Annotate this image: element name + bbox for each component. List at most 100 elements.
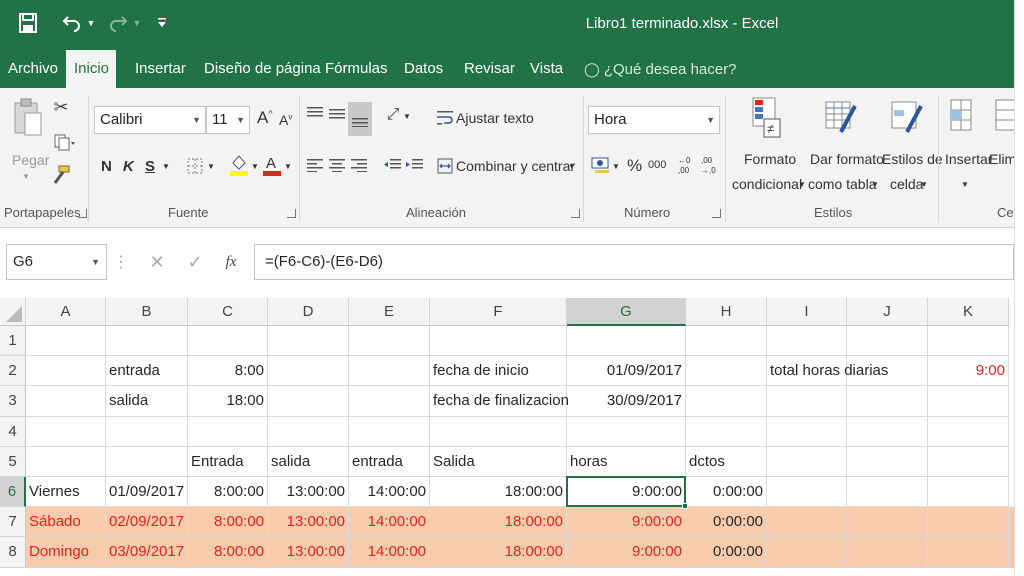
cell-d3[interactable] [268,386,349,417]
cell-k3[interactable] [928,386,1009,417]
cell-a6[interactable]: Viernes [26,477,106,508]
cell-j2[interactable] [847,356,928,387]
delete-cells-icon[interactable] [994,98,1014,138]
underline-button[interactable]: S [145,158,155,175]
alignment-launcher-icon[interactable] [571,209,580,218]
cell-b5[interactable] [106,446,188,477]
cell-f7[interactable]: 18:00:00 [430,507,567,538]
cell-i5[interactable] [767,446,847,477]
paste-icon[interactable] [12,96,44,138]
cell-k1[interactable] [928,326,1009,357]
number-launcher-icon[interactable] [712,209,721,218]
cell-f3[interactable]: fecha de finalizacion [430,386,569,417]
fill-color-icon[interactable] [229,152,249,178]
cell-f4[interactable] [430,416,567,447]
align-left-icon[interactable] [306,156,324,174]
cut-icon[interactable]: ✂ [52,96,70,118]
cell-i6[interactable] [767,477,847,508]
column-header-k[interactable]: K [928,298,1009,326]
cell-j5[interactable] [847,446,928,477]
merge-center-button[interactable]: Combinar y centrar [456,158,575,174]
cell-a7[interactable]: Sábado [26,507,106,538]
cell-f8[interactable]: 18:00:00 [430,537,567,568]
column-header-j[interactable]: J [847,298,928,326]
column-header-f[interactable]: F [430,298,567,326]
cell-g3[interactable]: 30/09/2017 [567,386,686,417]
cell-e3[interactable] [349,386,430,417]
fill-color-dropdown-icon[interactable]: ▼ [251,162,259,171]
format-as-table-dropdown-icon[interactable]: ▼ [871,180,879,189]
format-as-table-icon[interactable] [824,96,860,142]
cell-h8[interactable]: 0:00:00 [686,537,767,568]
insert-cells-icon[interactable] [948,98,978,138]
cell-j6[interactable] [847,477,928,508]
cell-h6[interactable]: 0:00:00 [686,477,767,508]
cell-g4[interactable] [567,416,686,447]
cell-d2[interactable] [268,356,349,387]
cell-i3[interactable] [767,386,847,417]
cell-a8[interactable]: Domingo [26,537,106,568]
cell-c1[interactable] [188,326,268,357]
delete-cells-label[interactable]: Elimi [989,151,1014,167]
cell-styles-label-2[interactable]: celda [890,176,923,192]
number-format-select[interactable]: Hora ▼ [588,106,720,134]
decrease-decimal-icon[interactable]: ,00 →,0 [700,154,720,176]
comma-style-button[interactable]: 000 [648,159,666,171]
cell-h3[interactable] [686,386,767,417]
cell-g8[interactable]: 9:00:00 [567,537,686,568]
align-bottom-icon[interactable] [348,102,372,136]
cell-g5[interactable]: horas [567,446,686,477]
insert-cells-dropdown-icon[interactable]: ▼ [961,180,969,189]
cell-e8[interactable]: 14:00:00 [349,537,430,568]
decrease-indent-icon[interactable] [382,156,402,174]
tell-me-search[interactable]: ◯ ¿Qué desea hacer? [584,50,736,88]
row-header-2[interactable]: 2 [0,356,26,387]
cell-k5[interactable] [928,446,1009,477]
cell-b3[interactable]: salida [106,386,188,417]
cell-i7[interactable] [767,507,847,538]
format-painter-icon[interactable] [50,164,72,186]
cell-k7[interactable] [928,507,1009,538]
row-header-5[interactable]: 5 [0,446,26,477]
bold-button[interactable]: N [101,158,112,175]
cell-d7[interactable]: 13:00:00 [268,507,349,538]
cell-h7[interactable]: 0:00:00 [686,507,767,538]
paste-dropdown-icon[interactable]: ▼ [22,172,30,181]
select-all-corner[interactable] [0,298,26,326]
shrink-font-icon[interactable]: Av [279,112,292,128]
cell-c4[interactable] [188,416,268,447]
accounting-format-icon[interactable] [590,154,612,176]
font-launcher-icon[interactable] [287,209,296,218]
row-header-8[interactable]: 8 [0,537,26,568]
cell-k8[interactable] [928,537,1009,568]
insert-cells-label[interactable]: Insertar [945,151,992,167]
tab-vista[interactable]: Vista [522,50,571,88]
cell-a3[interactable] [26,386,106,417]
merge-center-icon[interactable] [436,156,454,176]
cell-d8[interactable]: 13:00:00 [268,537,349,568]
tab-formulas[interactable]: Fórmulas [317,50,396,88]
cell-j7[interactable] [847,507,928,538]
cell-b1[interactable] [106,326,188,357]
align-middle-icon[interactable] [328,104,346,122]
fill-handle[interactable] [682,503,688,510]
underline-dropdown-icon[interactable]: ▼ [162,162,170,171]
column-header-d[interactable]: D [268,298,349,326]
cell-a4[interactable] [26,416,106,447]
cell-e5[interactable]: entrada [349,446,430,477]
cell-a1[interactable] [26,326,106,357]
cell-e6[interactable]: 14:00:00 [349,477,430,508]
wrap-text-icon[interactable] [436,108,454,128]
align-center-icon[interactable] [328,156,346,174]
cell-j8[interactable] [847,537,928,568]
format-as-table-label-1[interactable]: Dar formato [810,151,884,167]
column-header-h[interactable]: H [686,298,767,326]
formula-input[interactable]: =(F6-C6)-(E6-D6) [254,244,1014,280]
format-as-table-label-2[interactable]: como tabla [808,176,876,192]
copy-icon[interactable] [52,132,78,154]
column-header-e[interactable]: E [349,298,430,326]
cell-c3[interactable]: 18:00 [188,386,268,417]
cell-d6[interactable]: 13:00:00 [268,477,349,508]
cell-b7[interactable]: 02/09/2017 [106,507,188,538]
clipboard-launcher-icon[interactable] [78,209,87,218]
